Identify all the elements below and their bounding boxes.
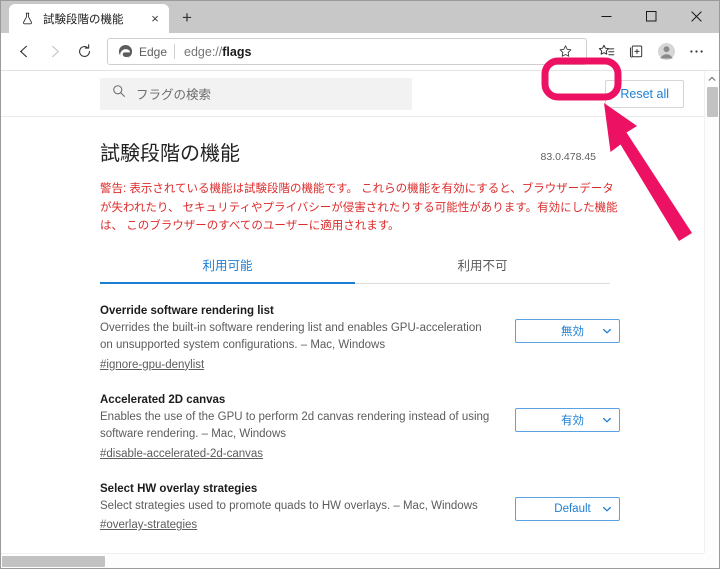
collections-icon[interactable] (621, 37, 651, 67)
address-bar[interactable]: Edge edge://flags (107, 38, 587, 65)
chevron-down-icon (602, 504, 612, 514)
flag-info: Override software rendering list Overrid… (100, 305, 490, 373)
flag-row: Select HW overlay strategies Select stra… (100, 462, 620, 533)
vertical-scrollbar-thumb[interactable] (707, 87, 718, 117)
edge-logo-icon (118, 44, 133, 59)
reset-all-container: Reset all (605, 79, 684, 108)
horizontal-scrollbar-thumb[interactable] (2, 556, 105, 567)
window-controls (584, 1, 719, 33)
flag-anchor-link[interactable]: #disable-accelerated-2d-canvas (100, 448, 263, 460)
flag-select-container: 有効 (515, 394, 620, 432)
flag-name: Accelerated 2D canvas (100, 393, 226, 406)
flag-anchor-link[interactable]: #overlay-strategies (100, 519, 197, 531)
page-header: 試験段階の機能 83.0.478.45 (100, 117, 605, 166)
edge-label: Edge (139, 44, 168, 59)
browser-tab[interactable]: 試験段階の機能 × (9, 4, 169, 33)
flag-select-container: 無効 (515, 305, 620, 343)
search-input[interactable]: フラグの検索 (100, 77, 412, 110)
url-prefix: edge:// (184, 44, 223, 59)
flag-info: Accelerated 2D canvas Enables the use of… (100, 394, 490, 462)
vertical-scrollbar[interactable] (704, 71, 719, 553)
back-arrow-icon[interactable] (9, 37, 39, 67)
flag-row: Accelerated 2D canvas Enables the use of… (100, 373, 620, 462)
flag-info: Select HW overlay strategies Select stra… (100, 483, 490, 533)
flags-search-row: フラグの検索 Reset all (1, 71, 704, 117)
url-text: edge://flags (184, 45, 251, 59)
flag-row: Override software rendering list Overrid… (100, 284, 620, 373)
new-tab-button[interactable]: + (173, 4, 201, 32)
chevron-down-icon (602, 326, 612, 336)
tab-unavailable[interactable]: 利用不可 (355, 255, 610, 283)
tab-title: 試験段階の機能 (43, 13, 124, 26)
flags-tabs: 利用可能 利用不可 (100, 255, 610, 284)
browser-window: 試験段階の機能 × + Edge edge://flags フラグの検索 Res… (0, 0, 720, 569)
flag-row: Tint GL-composited content Tint contents… (100, 533, 620, 553)
page-viewport: フラグの検索 Reset all 試験段階の機能 83.0.478.45 警告:… (1, 71, 719, 568)
flag-name: Select HW overlay strategies (100, 482, 258, 495)
profile-avatar-icon[interactable] (651, 37, 681, 67)
favorites-list-icon[interactable] (591, 37, 621, 67)
omnibox-divider (174, 44, 176, 59)
more-options-icon[interactable] (681, 37, 711, 67)
star-icon[interactable] (552, 39, 578, 65)
version-label: 83.0.478.45 (540, 151, 596, 163)
reset-all-button[interactable]: Reset all (605, 79, 684, 108)
refresh-icon[interactable] (69, 37, 99, 67)
chevron-down-icon (602, 415, 612, 425)
flag-anchor-link[interactable]: #ignore-gpu-denylist (100, 359, 204, 371)
forward-arrow-icon (39, 37, 69, 67)
page-title: 試験段階の機能 (100, 143, 240, 165)
title-bar: 試験段階の機能 × + (1, 1, 719, 33)
flag-select-container: Default (515, 483, 620, 521)
tab-available[interactable]: 利用可能 (100, 255, 355, 284)
close-icon[interactable] (674, 1, 719, 32)
flag-description: Overrides the built-in software renderin… (100, 321, 482, 352)
scrollbar-corner (704, 553, 719, 568)
tab-close-icon[interactable]: × (147, 11, 163, 27)
search-placeholder: フラグの検索 (136, 88, 212, 102)
search-icon (112, 84, 126, 103)
flags-content: 試験段階の機能 83.0.478.45 警告: 表示されている機能は試験段階の機… (1, 117, 704, 553)
scroll-up-arrow-icon[interactable] (705, 71, 719, 86)
browser-toolbar: Edge edge://flags (1, 33, 719, 71)
flask-icon (19, 11, 35, 27)
warning-text: 警告: 表示されている機能は試験段階の機能です。 これらの機能を有効にすると、ブ… (100, 183, 618, 233)
edge-identity-badge: Edge (118, 44, 167, 59)
flag-name: Override software rendering list (100, 304, 274, 317)
flag-description: Enables the use of the GPU to perform 2d… (100, 410, 490, 441)
minimize-icon[interactable] (584, 1, 629, 32)
maximize-icon[interactable] (629, 1, 674, 32)
flag-state-select[interactable]: 無効 (515, 318, 620, 343)
flag-state-select[interactable]: Default (515, 496, 620, 521)
flag-state-select[interactable]: 有効 (515, 407, 620, 432)
flags-page: フラグの検索 Reset all 試験段階の機能 83.0.478.45 警告:… (1, 71, 704, 553)
horizontal-scrollbar[interactable] (1, 553, 704, 568)
url-host: flags (222, 44, 252, 59)
flag-description: Select strategies used to promote quads … (100, 499, 478, 512)
